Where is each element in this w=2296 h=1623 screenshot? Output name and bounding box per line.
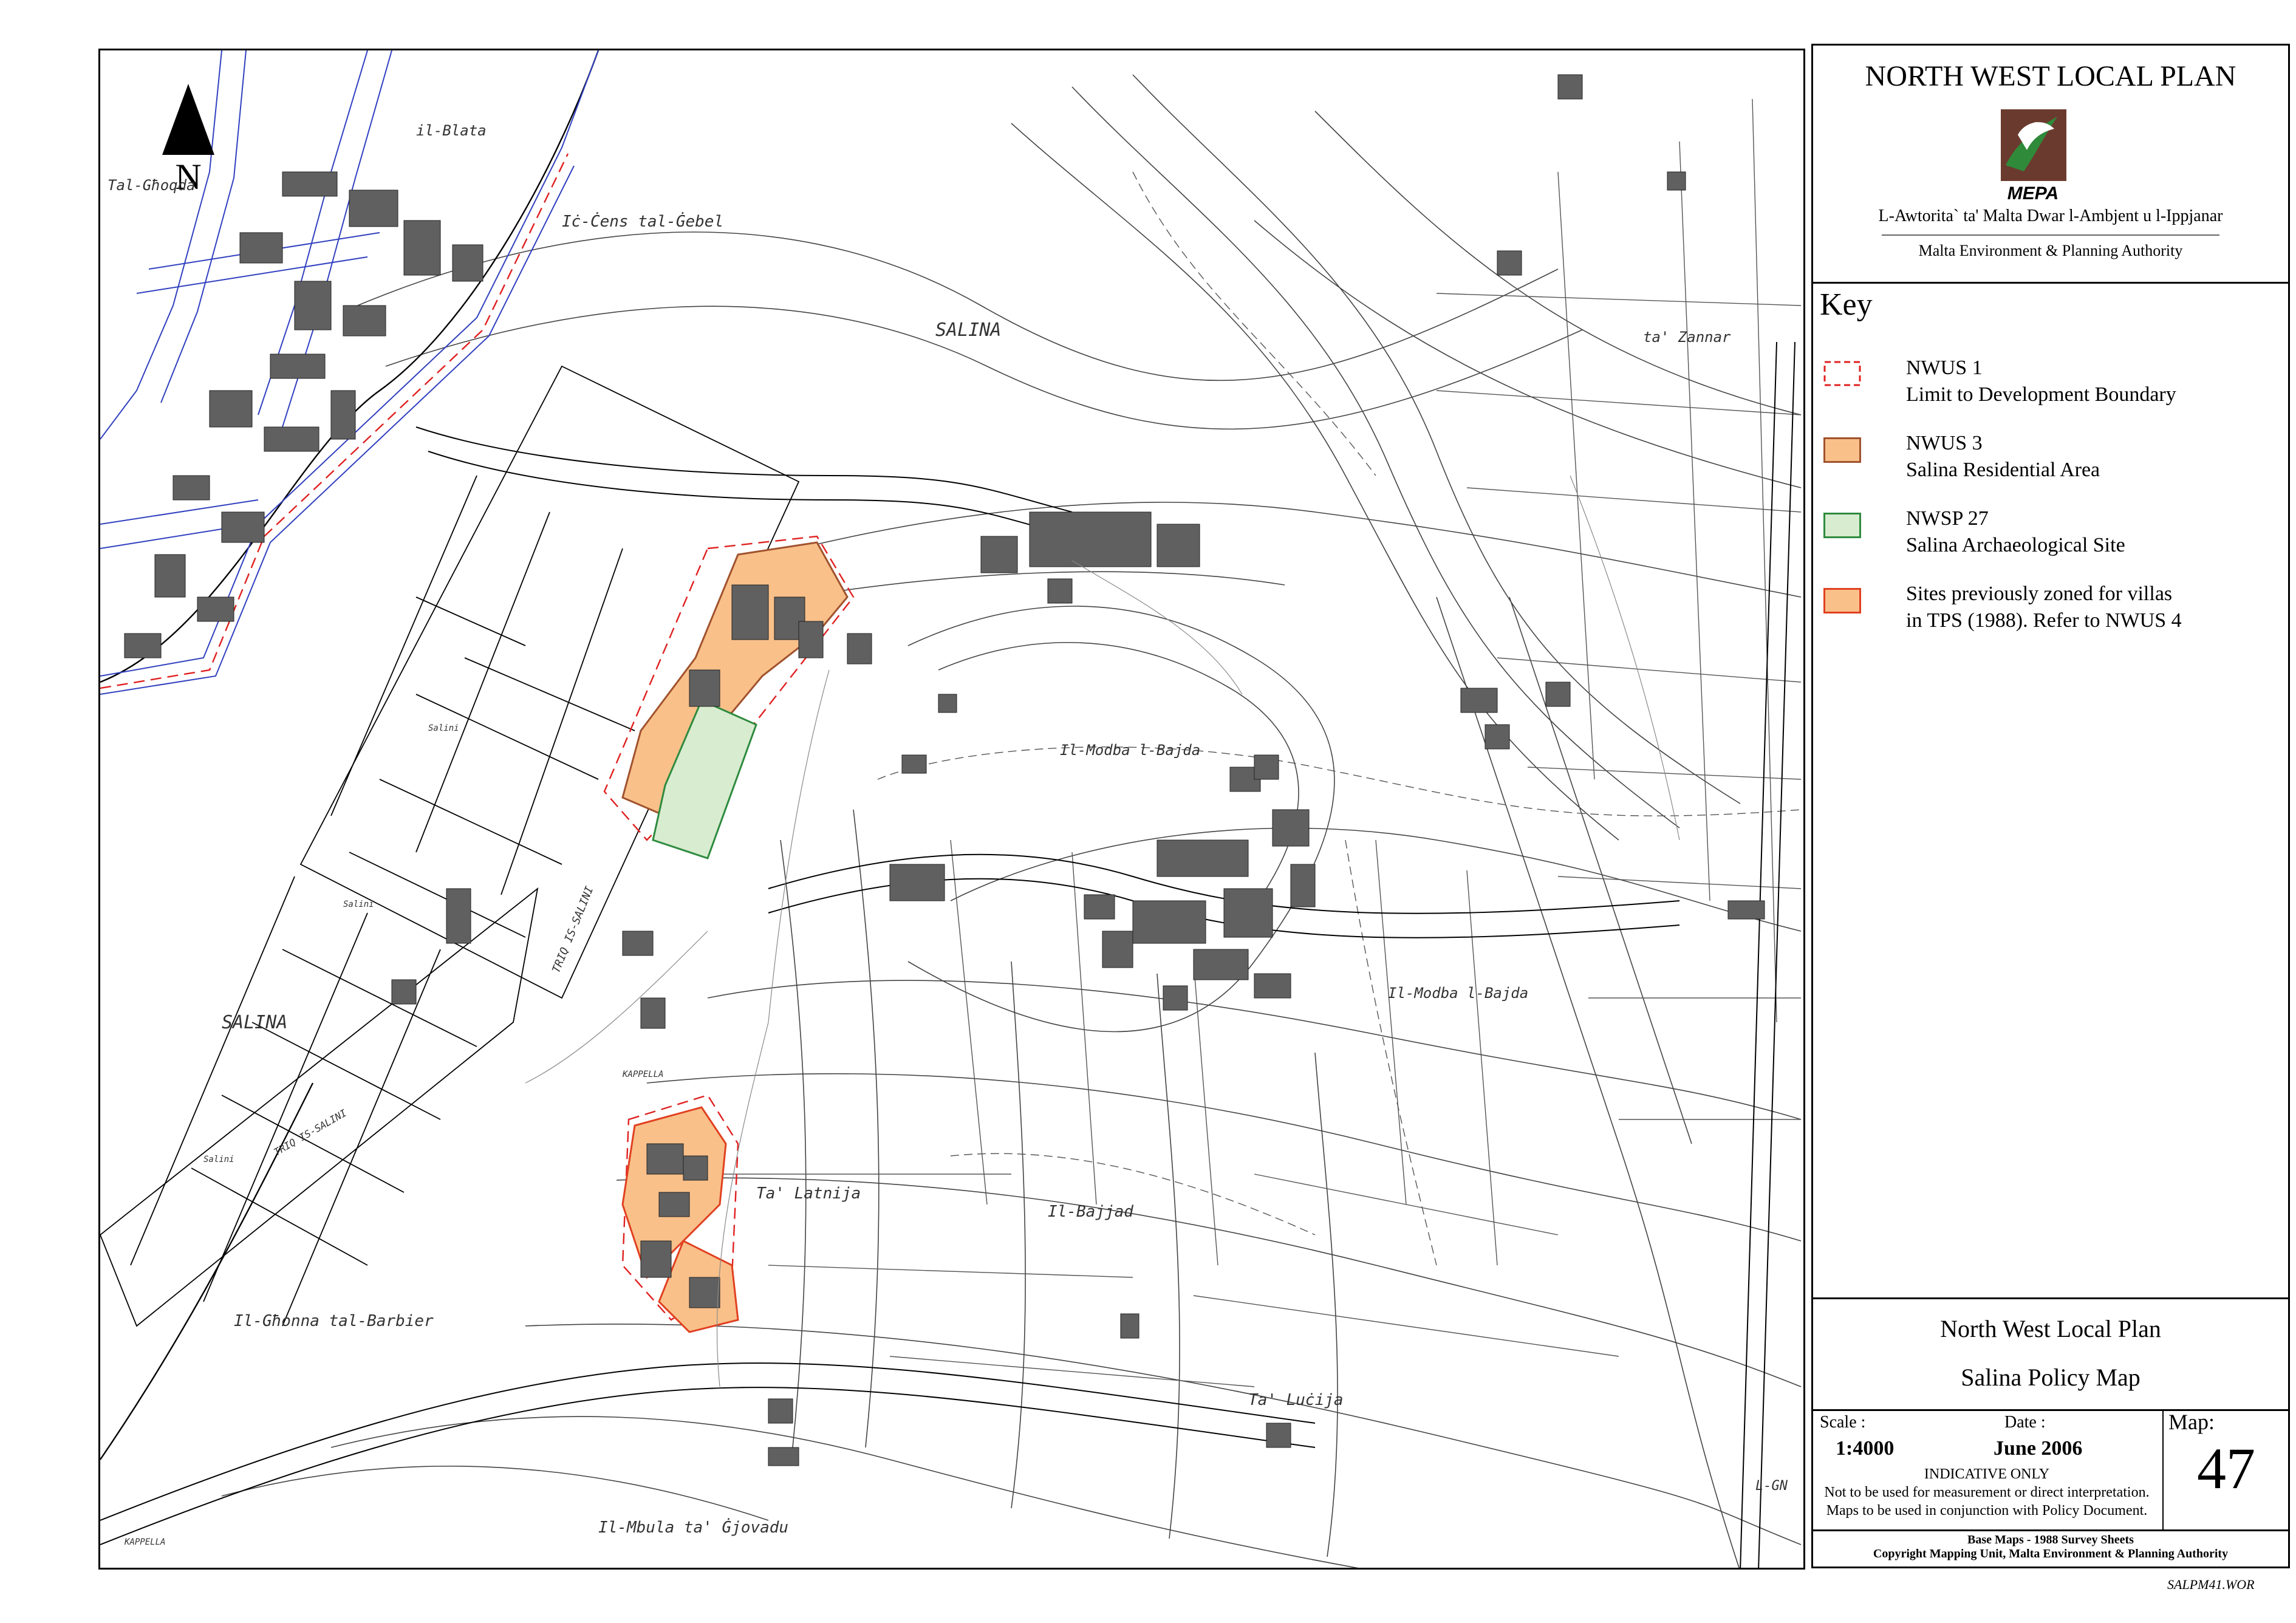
place-label: SALINA [935,319,1001,341]
road-label: TRIQ IS-SALINI [272,1107,349,1158]
date-label: Date : [2004,1413,2046,1432]
map-frame[interactable]: N SALINA SALINA Tal-Għoqda Iċ-Ċens tal-Ġ… [98,49,1805,1570]
header-divider [1811,282,2290,284]
credit-line-1: Base Maps - 1988 Survey Sheets [1967,1533,2134,1546]
credit-line-2: Copyright Mapping Unit, Malta Environmen… [1873,1547,2229,1560]
key-item-nwus3: NWUS 3 Salina Residential Area [1811,430,2290,491]
key-title: Key [1820,287,1873,322]
boundary-swatch-icon [1823,361,1861,386]
footer-map-title: Salina Policy Map [1961,1364,2141,1391]
indicative-note: INDICATIVE ONLY [1924,1466,2050,1482]
contour-lines [221,74,1802,1568]
disclaimer-line-1: Not to be used for measurement or direct… [1824,1485,2150,1500]
scale-label: Scale : [1820,1413,1866,1432]
date-value: June 2006 [1994,1437,2083,1460]
residential-swatch-icon [1823,437,1861,463]
key-code: Sites previously zoned for villas [1906,583,2173,605]
place-label: Il-Mbula ta' Ġjovadu [598,1517,788,1537]
key-item-nwsp27: NWSP 27 Salina Archaeological Site [1811,505,2290,566]
title-panel: NORTH WEST LOCAL PLAN MEPA L-Awtorita` t… [1811,44,2296,1570]
place-label: KAPPELLA [124,1537,165,1547]
authority-name-maltese: L-Awtorita` ta' Malta Dwar l-Ambjent u l… [1878,207,2223,225]
drawing-reference: SALPM41.WOR [2167,1577,2255,1592]
place-label: ta' Zannar [1643,329,1731,346]
place-label: KAPPELLA [622,1070,663,1079]
place-label: Il-Bajjad [1048,1203,1133,1221]
place-label: Iċ-Ċens tal-Ġebel [562,211,723,231]
map-label: Map: [2168,1410,2215,1434]
key-desc: Salina Residential Area [1906,459,2100,481]
field-boundaries [708,98,1802,1387]
authority-name-english: Malta Environment & Planning Authority [1918,242,2183,259]
credits-divider [1811,1529,2290,1531]
footer-divider [1811,1297,2290,1299]
place-label: L-GN [1755,1478,1788,1494]
plan-title: NORTH WEST LOCAL PLAN [1865,60,2236,92]
info-divider [1811,1409,2290,1411]
place-label: SALINA [222,1012,287,1033]
place-label: Il-Modba l-Bajda [1388,985,1528,1002]
villa-sites-nwus4 [621,1106,739,1333]
key-code: NWUS 1 [1906,357,1983,379]
place-label: il-Blata [416,122,487,139]
road-label: TRIQ IS-SALINI [550,884,596,975]
mepa-logo-icon [2001,109,2066,181]
key-desc: in TPS (1988). Refer to NWUS 4 [1906,609,2182,632]
mepa-wordmark: MEPA [2007,183,2059,203]
coastline [100,50,600,1460]
archaeological-swatch-icon [1823,513,1861,538]
authority-divider [1882,234,2219,236]
footer-plan-name: North West Local Plan [1940,1315,2161,1342]
saltpan-label: Salini [343,900,374,909]
base-map[interactable]: N SALINA SALINA Tal-Għoqda Iċ-Ċens tal-Ġ… [100,50,1805,1570]
scale-value: 1:4000 [1836,1437,1895,1460]
key-item-villa-sites: Sites previously zoned for villas in TPS… [1811,581,2290,641]
place-label: Ta' Luċija [1248,1391,1344,1409]
key-desc: Limit to Development Boundary [1906,383,2176,406]
footer-credits: Base Maps - 1988 Survey Sheets Copyright… [1811,1533,2290,1561]
saltpan-label: Salini [203,1155,234,1164]
place-label: Il-Modba l-Bajda [1060,742,1200,759]
saltpan-label: Salini [428,723,459,733]
place-label: Il-Għonna tal-Barbier [234,1312,434,1330]
villa-site-swatch-icon [1823,588,1861,613]
map-number: 47 [2197,1436,2255,1501]
main-roads [100,341,1795,1568]
buildings [124,74,1765,1466]
key-code: NWSP 27 [1906,507,1989,530]
place-label: Tal-Għoqda [108,177,196,194]
place-label: Ta' Latnija [756,1184,861,1203]
key-code: NWUS 3 [1906,432,1983,454]
key-item-nwus1: NWUS 1 Limit to Development Boundary [1811,355,2290,415]
key-desc: Salina Archaeological Site [1906,534,2125,556]
disclaimer-line-2: Maps to be used in conjunction with Poli… [1826,1503,2148,1519]
